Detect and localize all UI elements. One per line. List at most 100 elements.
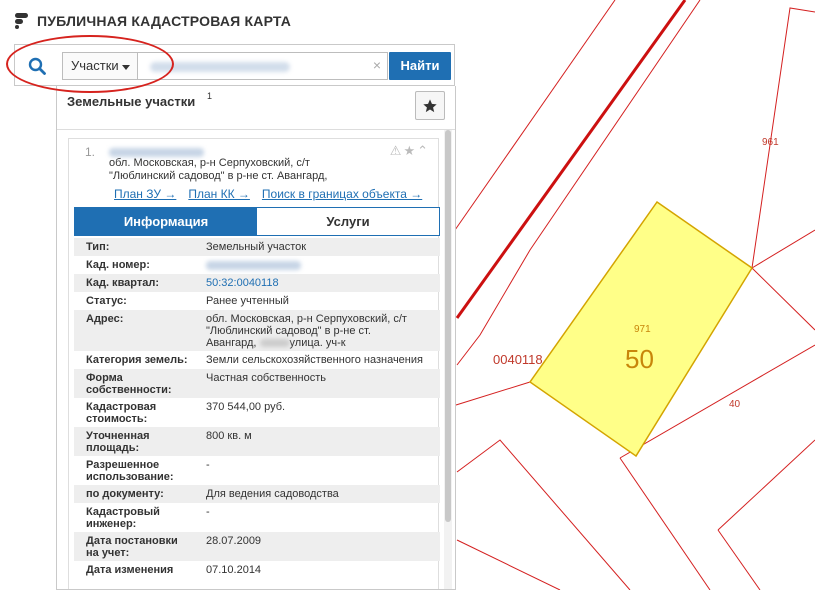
property-row: Дата постановки на учет: 28.07.2009 [74, 532, 440, 561]
star-icon [423, 98, 437, 112]
address-part: улица. уч-к [289, 337, 346, 349]
property-key: Уточненная площадь: [86, 429, 206, 454]
property-key: Кад. квартал: [86, 277, 160, 289]
key-line: Кадастровая [86, 401, 157, 413]
property-row: Кад. квартал: 50:32:0040118 [74, 274, 440, 292]
property-key: Категория земель: [86, 354, 188, 366]
boundary-line [717, 529, 761, 590]
tab-information[interactable]: Информация [75, 208, 257, 235]
clear-icon[interactable]: × [373, 57, 381, 73]
star-outline-icon[interactable]: ★ [403, 143, 417, 158]
property-row: Разрешенное использование: - [74, 456, 440, 485]
search-in-bounds-link[interactable]: Поиск в границах объекта → [262, 187, 422, 201]
property-row: Уточненная площадь: 800 кв. м [74, 427, 440, 456]
property-value: Частная собственность [206, 372, 327, 384]
property-value: Земельный участок [206, 241, 307, 253]
property-value: 800 кв. м [206, 430, 252, 442]
key-line: инженер: [86, 518, 137, 530]
results-panel: Земельные участки 1 1. ⚠★⌃ обл. Московск… [56, 86, 456, 590]
property-value: 28.07.2009 [206, 535, 262, 547]
key-line: площадь: [86, 442, 140, 454]
property-row: Категория земель: Земли сельскохозяйстве… [74, 351, 440, 369]
plan-kk-link[interactable]: План КК → [188, 187, 250, 201]
boundary-line [456, 539, 561, 590]
key-line: Кадастровый [86, 506, 160, 518]
boundary-line [454, 0, 616, 231]
property-row: Кад. номер: [74, 256, 440, 274]
property-key: Тип: [86, 241, 110, 253]
parcel-label-40: 40 [729, 399, 741, 410]
result-address: обл. Московская, р-н Серпуховский, с/т "… [109, 157, 389, 183]
panel-title: Земельные участки [67, 94, 196, 109]
cadastral-number-link[interactable] [206, 258, 434, 271]
property-key: Дата постановки на учет: [86, 534, 206, 559]
key-line: Дата изменения [86, 564, 174, 576]
parcel-label-961: 961 [762, 137, 779, 148]
property-key: Кадастровый инженер: [86, 505, 206, 530]
find-button[interactable]: Найти [389, 52, 451, 80]
property-key: по документу: [86, 488, 164, 500]
property-row: Кадастровая стоимость: 370 544,00 руб. [74, 398, 440, 427]
boundary-line [619, 457, 711, 590]
boundary-line [751, 267, 815, 331]
property-row: Статус: Ранее учтенный [74, 292, 440, 310]
property-key: Кадастровая стоимость: [86, 400, 206, 425]
boundary-line [455, 381, 531, 406]
key-line: Разрешенное [86, 459, 160, 471]
property-value: - [206, 506, 210, 518]
property-row: Кадастровый инженер: - [74, 503, 440, 532]
pkk-logo-icon [15, 13, 28, 29]
panel-header: Земельные участки 1 [57, 86, 455, 130]
result-tabs: Информация Услуги [74, 207, 440, 236]
key-line: стоимость: [86, 413, 148, 425]
boundary-line [717, 439, 815, 531]
redacted-value [206, 260, 301, 270]
properties-table: Тип: Земельный участок Кад. номер: Кад. … [74, 238, 440, 579]
key-line: Дата постановки [86, 535, 178, 547]
property-row: Адрес: обл. Московская, р-н Серпуховский… [74, 310, 440, 351]
redacted-value [259, 339, 290, 348]
property-value: обл. Московская, р-н Серпуховский, с/т "… [206, 312, 434, 349]
key-line: использование: [86, 471, 174, 483]
key-line: Уточненная [86, 430, 150, 442]
property-value: Ранее учтенный [206, 295, 289, 307]
scrollbar-thumb[interactable] [445, 130, 451, 522]
search-input[interactable]: × [138, 52, 388, 80]
tab-services[interactable]: Услуги [257, 208, 439, 235]
property-key: Дата изменения [86, 563, 206, 576]
property-key: Статус: [86, 295, 127, 307]
result-count: 1 [207, 91, 213, 101]
card-actions[interactable]: ⚠★⌃ [390, 143, 430, 159]
result-links: План ЗУ → План КК → Поиск в границах объ… [114, 187, 422, 201]
key-line: на учет: [86, 547, 130, 559]
property-value: - [206, 459, 210, 471]
parcel-sublabel: 971 [634, 324, 651, 335]
cadastral-quarter-link[interactable]: 50:32:0040118 [206, 276, 434, 289]
app-header: ПУБЛИЧНАЯ КАДАСТРОВАЯ КАРТА [14, 11, 291, 31]
quarter-label: 0040118 [493, 352, 543, 367]
property-value: Земли сельскохозяйственного назначения [206, 354, 423, 366]
property-row: Тип: Земельный участок [74, 238, 440, 256]
property-key: Адрес: [86, 313, 124, 325]
favorites-button[interactable] [415, 91, 445, 120]
property-row: по документу: Для ведения садоводства [74, 485, 440, 503]
address-value-line: Авангард, улица. уч-к [206, 337, 434, 349]
highlight-oval [6, 35, 174, 93]
key-line: Форма [86, 372, 123, 384]
property-value: 370 544,00 руб. [206, 401, 286, 413]
property-key: Форма собственности: [86, 371, 206, 396]
warning-icon[interactable]: ⚠ [390, 143, 404, 158]
result-card: 1. ⚠★⌃ обл. Московская, р-н Серпуховский… [68, 138, 440, 589]
boundary-line [751, 229, 815, 269]
panel-scrollbar[interactable] [444, 130, 452, 589]
result-number: 1. [85, 145, 96, 159]
address-part: Авангард, [206, 337, 260, 349]
address-value-line: обл. Московская, р-н Серпуховский, с/т [206, 313, 407, 325]
collapse-icon[interactable]: ⌃ [417, 143, 430, 158]
address-value-line: "Люблинский садовод" в р-не ст. [206, 325, 371, 337]
property-key: Разрешенное использование: [86, 458, 206, 483]
property-row: Дата изменения 07.10.2014 [74, 561, 440, 579]
property-value: Для ведения садоводства [206, 488, 339, 500]
address-line: "Люблинский садовод" в р-не ст. Авангард… [109, 170, 328, 182]
plan-zu-link[interactable]: План ЗУ → [114, 187, 176, 201]
